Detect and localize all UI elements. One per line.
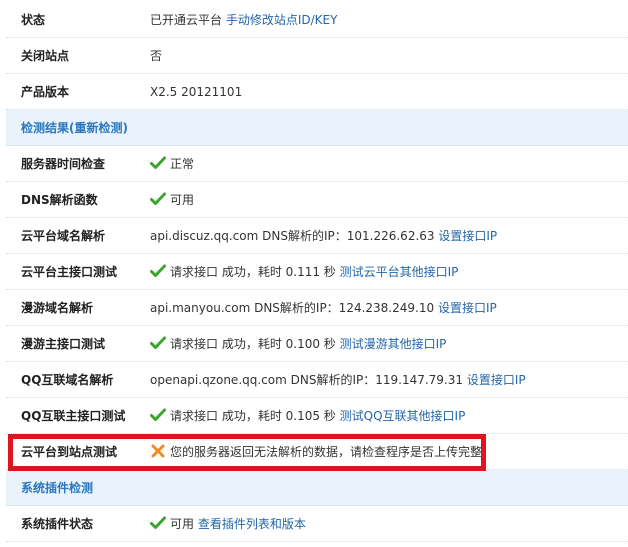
- check-label: 云平台到站点测试: [21, 445, 118, 459]
- check-row: QQ互联主接口测试 请求接口 成功，耗时 0.105 秒 测试QQ互联其他接口IP: [6, 398, 628, 434]
- check-label: 云平台域名解析: [21, 229, 106, 243]
- status-row: 状态 已开通云平台 手动修改站点ID/KEY: [6, 2, 628, 38]
- check-row: QQ互联域名解析 openapi.qzone.qq.com DNS解析的IP：11…: [6, 362, 628, 398]
- check-value: 可用: [170, 193, 195, 207]
- check-label: 云平台主接口测试: [21, 265, 118, 279]
- check-row: 云平台主接口测试 请求接口 成功，耗时 0.111 秒 测试云平台其他接口IP: [6, 254, 628, 290]
- check-action-link[interactable]: 设置接口IP: [438, 229, 497, 243]
- check-value-cell: openapi.qzone.qq.com DNS解析的IP：119.147.79…: [150, 362, 526, 398]
- check-value: api.manyou.com DNS解析的IP：124.238.249.10: [150, 301, 435, 315]
- plugin-check-title: 系统插件检测: [21, 481, 94, 495]
- plugin-action-link[interactable]: 查看插件列表和版本: [198, 517, 306, 531]
- check-results-title: 检测结果(重新检测): [21, 110, 128, 146]
- product-version-row: 产品版本 X2.5 20121101: [6, 74, 628, 110]
- check-value-cell: 您的服务器返回无法解析的数据，请检查程序是否上传完整: [150, 434, 482, 470]
- check-label: 漫游主接口测试: [21, 337, 106, 351]
- check-value: 请求接口 成功，耗时 0.100 秒: [170, 337, 336, 351]
- check-row: 服务器时间检查 正常: [6, 146, 628, 182]
- check-value-cell: 请求接口 成功，耗时 0.100 秒 测试漫游其他接口IP: [150, 326, 446, 362]
- check-label: 漫游域名解析: [21, 301, 94, 315]
- check-value: 正常: [170, 157, 195, 171]
- cross-icon: [151, 444, 165, 458]
- check-label: 服务器时间检查: [21, 157, 106, 171]
- plugin-label: 系统插件状态: [21, 517, 94, 531]
- check-label: DNS解析函数: [21, 193, 98, 207]
- check-icon: [150, 192, 166, 205]
- site-closed-value: 否: [150, 49, 163, 63]
- check-icon: [150, 264, 166, 277]
- plugin-value: 可用: [170, 517, 195, 531]
- plugin-value-cell: 可用 查看插件列表和版本: [150, 506, 306, 542]
- status-value-cell: 已开通云平台 手动修改站点ID/KEY: [150, 2, 337, 38]
- check-label: QQ互联域名解析: [21, 373, 114, 387]
- check-value-cell: 请求接口 成功，耗时 0.105 秒 测试QQ互联其他接口IP: [150, 398, 465, 434]
- check-action-link[interactable]: 设置接口IP: [438, 301, 497, 315]
- check-value-cell: api.discuz.qq.com DNS解析的IP：101.226.62.63…: [150, 218, 497, 254]
- recheck-link[interactable]: 重新检测: [75, 121, 123, 135]
- check-icon: [150, 408, 166, 421]
- check-action-link[interactable]: 设置接口IP: [467, 373, 526, 387]
- check-action-link[interactable]: 测试云平台其他接口IP: [340, 265, 459, 279]
- status-value: 已开通云平台: [150, 13, 223, 27]
- check-value: 请求接口 成功，耗时 0.111 秒: [170, 265, 336, 279]
- check-value: openapi.qzone.qq.com DNS解析的IP：119.147.79…: [150, 373, 464, 387]
- site-closed-label: 关闭站点: [21, 49, 70, 63]
- check-value: api.discuz.qq.com DNS解析的IP：101.226.62.63: [150, 229, 435, 243]
- check-icon: [150, 336, 166, 349]
- status-label: 状态: [21, 13, 46, 27]
- check-value: 请求接口 成功，耗时 0.105 秒: [170, 409, 336, 423]
- check-results-section-header: 检测结果(重新检测): [6, 110, 628, 146]
- check-value: 您的服务器返回无法解析的数据，请检查程序是否上传完整: [170, 445, 483, 459]
- check-label: QQ互联主接口测试: [21, 409, 126, 423]
- check-results-title-text: 检测结果(: [21, 121, 75, 135]
- product-version-value: X2.5 20121101: [150, 85, 243, 99]
- check-row: 漫游主接口测试 请求接口 成功，耗时 0.100 秒 测试漫游其他接口IP: [6, 326, 628, 362]
- check-value-cell: 可用: [150, 182, 194, 218]
- check-value-cell: api.manyou.com DNS解析的IP：124.238.249.10 设…: [150, 290, 497, 326]
- check-value-cell: 正常: [150, 146, 194, 182]
- plugin-row: 系统插件状态 可用 查看插件列表和版本: [6, 506, 628, 542]
- check-action-link[interactable]: 测试QQ互联其他接口IP: [340, 409, 466, 423]
- check-row: 漫游域名解析 api.manyou.com DNS解析的IP：124.238.24…: [6, 290, 628, 326]
- product-version-label: 产品版本: [21, 85, 70, 99]
- plugin-check-section-header: 系统插件检测: [6, 470, 628, 506]
- edit-site-id-key-link[interactable]: 手动修改站点ID/KEY: [226, 13, 338, 27]
- cloud-diagnostics-panel: 状态 已开通云平台 手动修改站点ID/KEY 关闭站点 否 产品版本 X2.5 …: [0, 0, 628, 547]
- check-results-title-suffix: ): [122, 121, 128, 135]
- check-row: 云平台域名解析 api.discuz.qq.com DNS解析的IP：101.22…: [6, 218, 628, 254]
- check-value-cell: 请求接口 成功，耗时 0.111 秒 测试云平台其他接口IP: [150, 254, 458, 290]
- check-icon: [150, 156, 166, 169]
- check-action-link[interactable]: 测试漫游其他接口IP: [340, 337, 447, 351]
- check-icon: [150, 516, 166, 529]
- check-row: 云平台到站点测试 您的服务器返回无法解析的数据，请检查程序是否上传完整: [6, 434, 628, 470]
- check-row: DNS解析函数 可用: [6, 182, 628, 218]
- site-closed-row: 关闭站点 否: [6, 38, 628, 74]
